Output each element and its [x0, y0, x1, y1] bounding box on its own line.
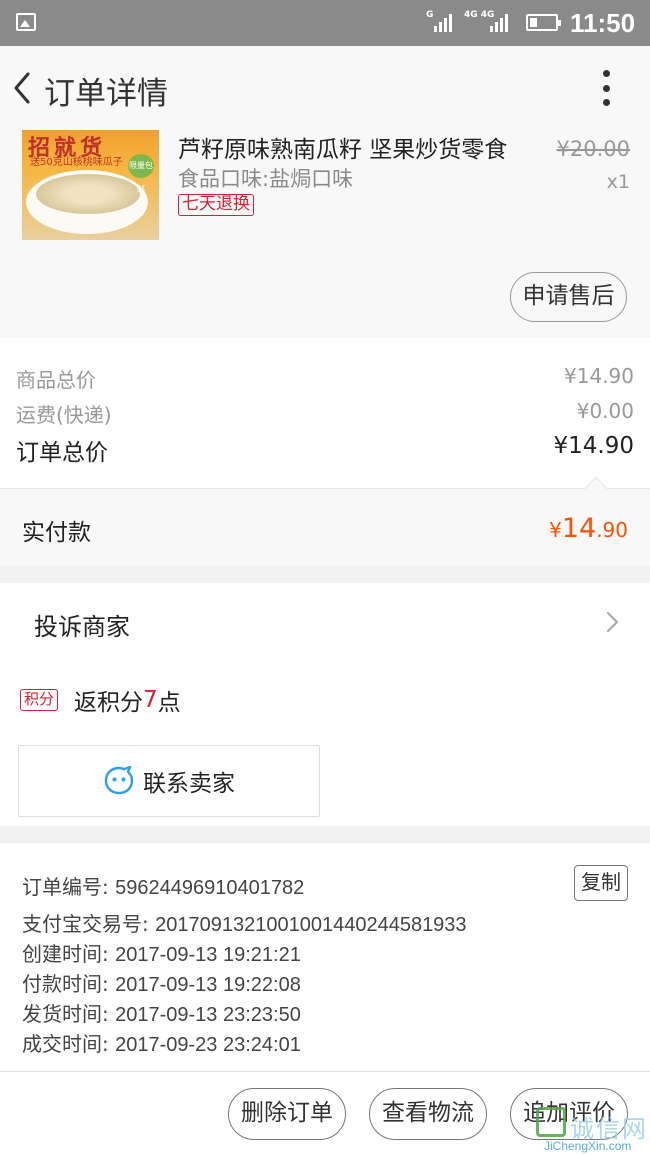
chevron-right-icon	[606, 611, 619, 633]
paid-time: 2017-09-13 19:22:08	[115, 974, 301, 996]
points-suffix: 点	[157, 690, 181, 716]
completed-time-line: 成交时间: 2017-09-23 23:24:01	[22, 1028, 301, 1057]
complain-merchant-row[interactable]: 投诉商家	[0, 583, 650, 663]
price-summary: 商品总价 ¥14.90 运费(快递) ¥0.00 订单总价 ¥14.90	[0, 338, 650, 488]
order-number-line: 订单编号: 59624496910401782	[22, 871, 304, 900]
product-thumbnail[interactable]: 招就货 送50克山核桃味瓜子 限量包邮	[22, 130, 159, 240]
subtotal-value: ¥14.90	[564, 364, 634, 388]
product-quantity: x1	[606, 171, 630, 193]
original-price: ¥20.00	[556, 137, 630, 161]
shipped-time-line: 发货时间: 2017-09-13 23:23:50	[22, 998, 301, 1027]
battery-icon	[526, 14, 561, 31]
site-watermark: 诚信网 JiChengXin.com	[530, 1103, 650, 1155]
apply-after-sale-button[interactable]: 申请售后	[510, 272, 627, 322]
more-options-icon[interactable]	[596, 70, 616, 106]
status-bar: G 4G 4G 11:50	[0, 0, 650, 46]
points-tag: 积分	[20, 689, 59, 711]
copy-button[interactable]: 复制	[574, 865, 628, 901]
created-time-label: 创建时间:	[22, 942, 116, 966]
watermark-url: JiChengXin.com	[544, 1139, 632, 1153]
delete-order-button[interactable]: 删除订单	[228, 1088, 346, 1140]
view-logistics-button[interactable]: 查看物流	[369, 1088, 487, 1140]
order-number: 59624496910401782	[115, 877, 305, 899]
product-name[interactable]: 芦籽原味熟南瓜籽 坚果炒货零食	[178, 130, 507, 164]
actual-payment-label: 实付款	[22, 520, 91, 546]
completed-time: 2017-09-23 23:24:01	[115, 1034, 301, 1056]
back-arrow-icon[interactable]	[12, 70, 32, 106]
watermark-logo-icon	[536, 1107, 566, 1137]
paid-time-line: 付款时间: 2017-09-13 19:22:08	[22, 968, 301, 997]
actual-payment: 实付款 ¥14.90	[0, 476, 650, 566]
amount-integer: 14	[561, 513, 597, 544]
image-notification-icon	[16, 13, 36, 31]
contact-seller-label: 联系卖家	[143, 771, 235, 797]
shipped-time: 2017-09-13 23:23:50	[115, 1004, 301, 1026]
shipping-value: ¥0.00	[576, 399, 634, 423]
product-flavor: 食品口味:盐焗口味	[178, 167, 354, 191]
actual-payment-amount: ¥14.90	[549, 513, 628, 544]
clock: 11:50	[570, 8, 636, 38]
reward-points: 积分 返积分 7 点	[20, 683, 181, 717]
completed-time-label: 成交时间:	[22, 1032, 116, 1056]
seven-day-return-badge: 七天退换	[178, 194, 254, 216]
shipping-label: 运费(快递)	[16, 403, 112, 427]
order-total-row: 订单总价 ¥14.90	[16, 433, 634, 467]
complain-merchant-label: 投诉商家	[34, 613, 130, 641]
thumbnail-tag: 限量包邮	[128, 154, 154, 194]
product-item[interactable]: 招就货 送50克山核桃味瓜子 限量包邮 芦籽原味熟南瓜籽 坚果炒货零食 食品口味…	[0, 130, 650, 338]
alipay-trade-label: 支付宝交易号:	[22, 912, 156, 936]
network-type-1: G	[426, 10, 434, 20]
paid-time-label: 付款时间:	[22, 972, 116, 996]
shipped-time-label: 发货时间:	[22, 1002, 116, 1026]
created-time: 2017-09-13 19:21:21	[115, 944, 301, 966]
alipay-trade-number: 2017091321001001440244581933	[155, 914, 467, 936]
points-prefix: 返积分	[74, 690, 144, 716]
order-total-label: 订单总价	[16, 440, 108, 466]
chat-bubble-icon	[104, 765, 134, 795]
subtotal-label: 商品总价	[16, 368, 96, 392]
order-total-value: ¥14.90	[553, 433, 634, 459]
created-time-line: 创建时间: 2017-09-13 19:21:21	[22, 938, 301, 967]
currency-symbol: ¥	[549, 518, 562, 542]
thumbnail-seeds	[36, 174, 140, 214]
subtotal-row: 商品总价 ¥14.90	[16, 364, 634, 393]
signal-strength-1-icon	[434, 12, 452, 32]
alipay-trade-line: 支付宝交易号: 2017091321001001440244581933	[22, 908, 467, 937]
shipping-row: 运费(快递) ¥0.00	[16, 399, 634, 428]
points-value: 7	[143, 687, 158, 713]
order-number-label: 订单编号:	[22, 875, 116, 899]
order-actions: 投诉商家 积分 返积分 7 点 联系卖家	[0, 583, 650, 826]
contact-seller-button[interactable]: 联系卖家	[18, 745, 320, 817]
thumbnail-caption: 送50克山核桃味瓜子	[30, 157, 123, 168]
page-title: 订单详情	[44, 76, 168, 112]
amount-decimal: .90	[596, 518, 628, 542]
signal-strength-2-icon	[490, 12, 508, 32]
navigation-bar: 订单详情	[0, 46, 650, 130]
order-info: 订单编号: 59624496910401782 复制 支付宝交易号: 20170…	[0, 843, 650, 1071]
